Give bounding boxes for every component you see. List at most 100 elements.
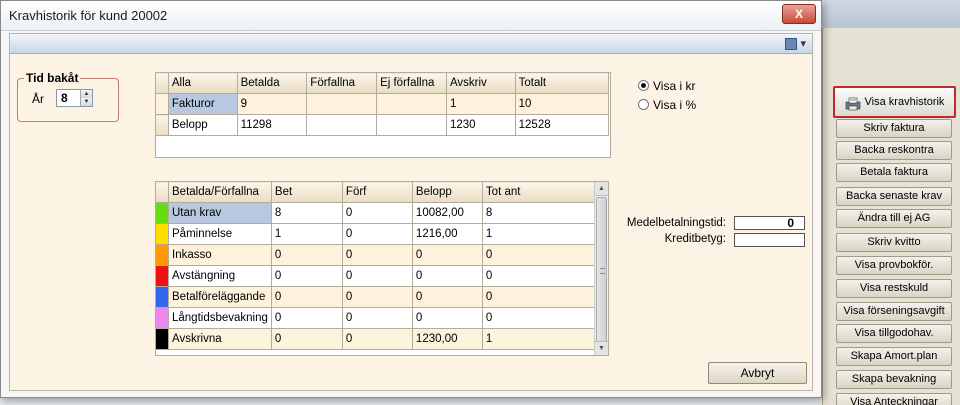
detail-header-cell[interactable]: Belopp xyxy=(411,181,483,203)
detail-row-avstangning[interactable]: Avstängning 0 0 0 0 xyxy=(155,265,598,287)
spinner-down-icon[interactable]: ▼ xyxy=(80,98,92,106)
detail-table-scrollbar[interactable]: ▲ ▼ xyxy=(594,182,608,355)
detail-row-label[interactable]: Påminnelse xyxy=(168,223,272,245)
detail-row-label[interactable]: Avstängning xyxy=(168,265,272,287)
detail-cell[interactable]: 0 xyxy=(270,244,343,266)
summary-cell[interactable] xyxy=(306,114,378,136)
detail-row-betalforelaggande[interactable]: Betalföreläggande 0 0 0 0 xyxy=(155,286,598,308)
summary-header-cell[interactable]: Alla xyxy=(167,72,238,94)
summary-header-cell[interactable]: Avskriv xyxy=(445,72,516,94)
detail-cell[interactable]: 8 xyxy=(270,202,343,224)
scroll-up-icon[interactable]: ▲ xyxy=(595,182,608,196)
detail-cell[interactable]: 0 xyxy=(411,307,483,329)
status-color-swatch xyxy=(155,328,169,350)
visa-kravhistorik-button[interactable]: Visa kravhistorik xyxy=(833,86,956,118)
detail-row-langtidsbevakning[interactable]: Långtidsbevakning 0 0 0 0 xyxy=(155,307,598,329)
detail-row-inkasso[interactable]: Inkasso 0 0 0 0 xyxy=(155,244,598,266)
row-header-cell[interactable] xyxy=(155,93,169,115)
detail-cell[interactable]: 0 xyxy=(411,286,483,308)
summary-header-cell[interactable]: Ej förfallna xyxy=(376,72,447,94)
visa-provbokfor-button[interactable]: Visa provbokför. xyxy=(836,256,952,275)
close-button[interactable]: X xyxy=(782,4,816,24)
skapa-amortplan-button[interactable]: Skapa Amort.plan xyxy=(836,347,952,366)
detail-cell[interactable]: 0 xyxy=(270,286,343,308)
backa-reskontra-button[interactable]: Backa reskontra xyxy=(836,141,952,160)
summary-cell[interactable]: 12528 xyxy=(514,114,610,136)
detail-header-cell[interactable]: Förf xyxy=(341,181,413,203)
visa-i-kr-radio[interactable]: Visa i kr xyxy=(638,79,695,93)
detail-cell[interactable]: 10082,00 xyxy=(411,202,483,224)
skriv-kvitto-button[interactable]: Skriv kvitto xyxy=(836,233,952,252)
detail-header-cell[interactable]: Betalda/Förfallna xyxy=(168,181,272,203)
summary-header-cell[interactable]: Förfallna xyxy=(306,72,378,94)
detail-cell[interactable]: 1230,00 xyxy=(411,328,483,350)
ar-spinner[interactable]: 8 ▲ ▼ xyxy=(56,89,93,107)
detail-row-label[interactable]: Betalföreläggande xyxy=(168,286,272,308)
detail-cell[interactable]: 1 xyxy=(481,223,598,245)
dialog-titlebar[interactable]: Kravhistorik för kund 20002 X xyxy=(1,1,821,31)
detail-cell[interactable]: 0 xyxy=(341,265,413,287)
detail-cell[interactable]: 0 xyxy=(341,307,413,329)
detail-cell[interactable]: 0 xyxy=(341,286,413,308)
detail-cell[interactable]: 1216,00 xyxy=(411,223,483,245)
detail-row-paminnelse[interactable]: Påminnelse 1 0 1216,00 1 xyxy=(155,223,598,245)
detail-cell[interactable]: 0 xyxy=(481,265,598,287)
summary-header-cell[interactable]: Betalda xyxy=(236,72,308,94)
detail-cell[interactable]: 0 xyxy=(481,286,598,308)
detail-cell[interactable]: 1 xyxy=(481,328,598,350)
summary-cell[interactable] xyxy=(306,93,378,115)
detail-row-label[interactable]: Avskrivna xyxy=(168,328,272,350)
detail-row-label[interactable]: Utan krav xyxy=(168,202,272,224)
visa-forseningsavgift-button[interactable]: Visa förseningsavgift xyxy=(836,302,952,321)
detail-row-label[interactable]: Inkasso xyxy=(168,244,272,266)
visa-restskuld-button[interactable]: Visa restskuld xyxy=(836,279,952,298)
backa-senaste-krav-button[interactable]: Backa senaste krav xyxy=(836,187,952,206)
detail-cell[interactable]: 0 xyxy=(411,244,483,266)
row-header-cell[interactable] xyxy=(155,114,169,136)
scroll-down-icon[interactable]: ▼ xyxy=(595,341,608,355)
skapa-bevakning-button[interactable]: Skapa bevakning xyxy=(836,370,952,389)
detail-row-avskrivna[interactable]: Avskrivna 0 0 1230,00 1 xyxy=(155,328,598,350)
summary-row-belopp[interactable]: Belopp 11298 1230 12528 xyxy=(155,114,610,136)
detail-cell[interactable]: 0 xyxy=(341,223,413,245)
detail-corner-cell xyxy=(155,181,169,203)
spinner-up-icon[interactable]: ▲ xyxy=(80,90,92,98)
detail-cell[interactable]: 0 xyxy=(270,265,343,287)
detail-header-cell[interactable]: Bet xyxy=(270,181,343,203)
detail-cell[interactable]: 0 xyxy=(481,307,598,329)
summary-header-cell[interactable]: Totalt xyxy=(514,72,610,94)
detail-cell[interactable]: 0 xyxy=(411,265,483,287)
skriv-faktura-button[interactable]: Skriv faktura xyxy=(836,119,952,138)
detail-cell[interactable]: 0 xyxy=(270,307,343,329)
betala-faktura-button[interactable]: Betala faktura xyxy=(836,163,952,182)
summary-cell[interactable]: 1 xyxy=(445,93,516,115)
panel-options-button[interactable]: ▾ xyxy=(785,37,806,51)
detail-row-utan-krav[interactable]: Utan krav 8 0 10082,00 8 xyxy=(155,202,598,224)
detail-header-cell[interactable]: Tot ant xyxy=(481,181,598,203)
summary-row-fakturor[interactable]: Fakturor 9 1 10 xyxy=(155,93,610,115)
detail-cell[interactable]: 0 xyxy=(341,328,413,350)
visa-anteckningar-button[interactable]: Visa Anteckningar xyxy=(836,393,952,405)
summary-row-label[interactable]: Belopp xyxy=(167,114,238,136)
andra-till-ej-ag-button[interactable]: Ändra till ej AG xyxy=(836,209,952,228)
summary-cell[interactable]: 11298 xyxy=(236,114,308,136)
visa-tillgodohav-button[interactable]: Visa tillgodohav. xyxy=(836,324,952,343)
detail-cell[interactable]: 8 xyxy=(481,202,598,224)
summary-cell[interactable] xyxy=(376,114,447,136)
summary-cell[interactable]: 9 xyxy=(236,93,308,115)
summary-row-label[interactable]: Fakturor xyxy=(167,93,238,115)
detail-cell[interactable]: 0 xyxy=(270,328,343,350)
detail-cell[interactable]: 0 xyxy=(341,244,413,266)
visa-i-procent-radio[interactable]: Visa i % xyxy=(638,98,696,112)
ar-label: År xyxy=(32,92,44,106)
scrollbar-thumb[interactable] xyxy=(596,197,607,342)
summary-cell[interactable] xyxy=(376,93,447,115)
detail-cell[interactable]: 0 xyxy=(481,244,598,266)
detail-cell[interactable]: 1 xyxy=(270,223,343,245)
summary-cell[interactable]: 10 xyxy=(514,93,610,115)
detail-cell[interactable]: 0 xyxy=(341,202,413,224)
detail-row-label[interactable]: Långtidsbevakning xyxy=(168,307,272,329)
avbryt-button[interactable]: Avbryt xyxy=(708,362,807,384)
ar-value[interactable]: 8 xyxy=(61,91,68,105)
summary-cell[interactable]: 1230 xyxy=(445,114,516,136)
